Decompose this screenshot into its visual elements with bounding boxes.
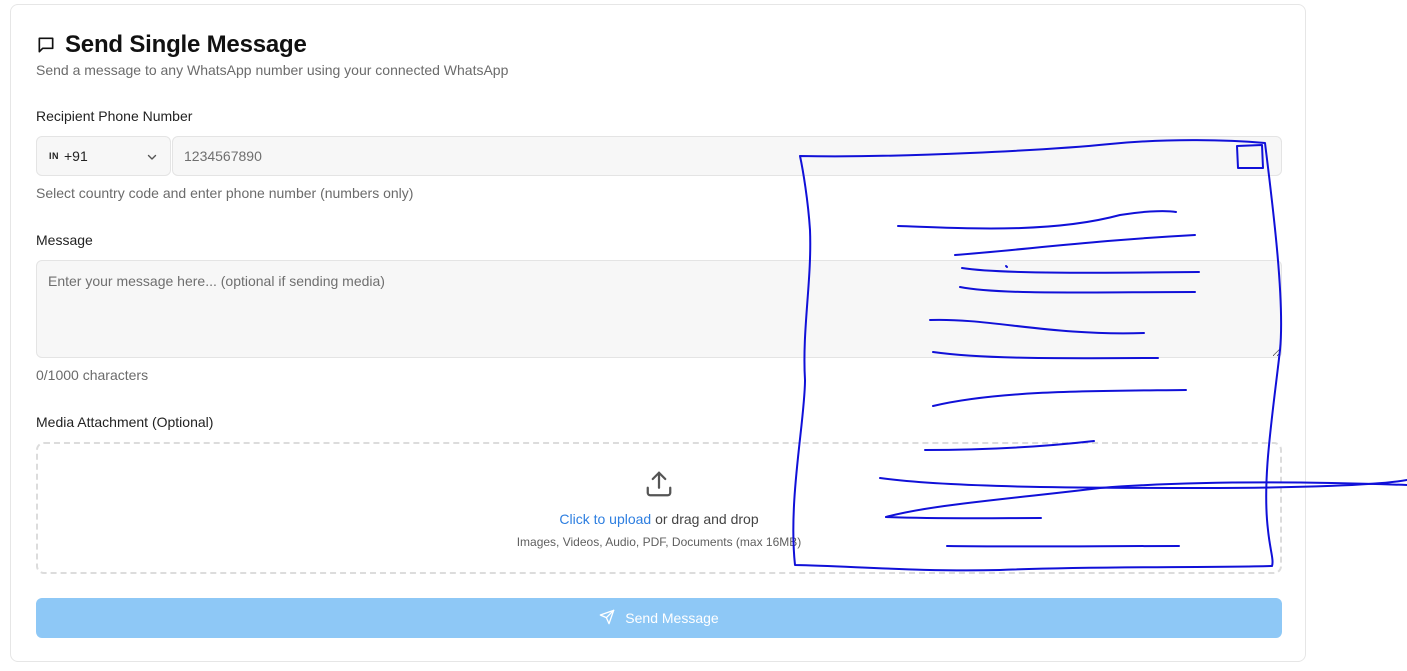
message-textarea[interactable] bbox=[36, 260, 1282, 358]
phone-number-input[interactable] bbox=[172, 136, 1282, 176]
page-title: Send Single Message bbox=[65, 31, 307, 58]
upload-text: Click to upload or drag and drop bbox=[38, 511, 1280, 527]
send-icon bbox=[599, 609, 615, 628]
send-button-label: Send Message bbox=[625, 610, 719, 626]
country-code-select[interactable]: IN +91 bbox=[36, 136, 171, 176]
upload-text-rest: or drag and drop bbox=[651, 511, 759, 527]
send-message-button[interactable]: Send Message bbox=[36, 598, 1282, 638]
message-label: Message bbox=[36, 232, 93, 248]
character-counter: 0/1000 characters bbox=[36, 367, 149, 383]
card-header: Send Single Message bbox=[36, 29, 307, 61]
media-label: Media Attachment (Optional) bbox=[36, 414, 214, 430]
upload-link[interactable]: Click to upload bbox=[559, 511, 651, 527]
phone-label: Recipient Phone Number bbox=[36, 108, 193, 124]
media-dropzone[interactable]: Click to upload or drag and drop Images,… bbox=[36, 442, 1282, 574]
chevron-down-icon bbox=[146, 150, 158, 166]
supported-formats: Images, Videos, Audio, PDF, Documents (m… bbox=[516, 535, 802, 549]
page-subtitle: Send a message to any WhatsApp number us… bbox=[36, 62, 509, 78]
country-code-value: +91 bbox=[64, 148, 88, 164]
message-square-icon bbox=[36, 35, 56, 55]
country-flag: IN bbox=[49, 151, 59, 161]
phone-hint: Select country code and enter phone numb… bbox=[36, 185, 414, 201]
send-message-card: Send Single Message Send a message to an… bbox=[10, 4, 1306, 662]
upload-icon bbox=[644, 469, 674, 504]
